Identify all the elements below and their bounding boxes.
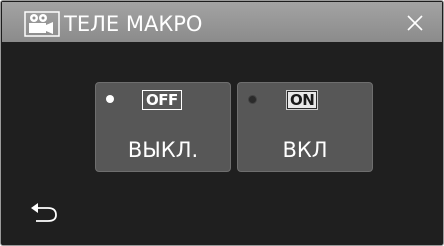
on-badge: ON bbox=[286, 90, 319, 110]
option-on-button[interactable]: ON ВКЛ bbox=[237, 82, 373, 172]
back-arrow-icon[interactable] bbox=[28, 200, 60, 228]
option-on-label: ВКЛ bbox=[282, 138, 328, 162]
close-icon[interactable] bbox=[398, 8, 432, 38]
video-camera-icon bbox=[24, 11, 60, 37]
header-bar: ТЕЛЕ МАКРО bbox=[2, 2, 442, 42]
content-area: OFF ВЫКЛ. ON ВКЛ bbox=[2, 42, 442, 245]
selected-indicator bbox=[248, 95, 257, 104]
unselected-indicator bbox=[106, 95, 114, 103]
option-off-button[interactable]: OFF ВЫКЛ. bbox=[95, 82, 231, 172]
tele-macro-screen: ТЕЛЕ МАКРО OFF ВЫКЛ. ON ВКЛ bbox=[0, 0, 444, 246]
page-title: ТЕЛЕ МАКРО bbox=[64, 12, 203, 36]
off-badge: OFF bbox=[142, 90, 182, 110]
option-off-label: ВЫКЛ. bbox=[127, 138, 199, 162]
